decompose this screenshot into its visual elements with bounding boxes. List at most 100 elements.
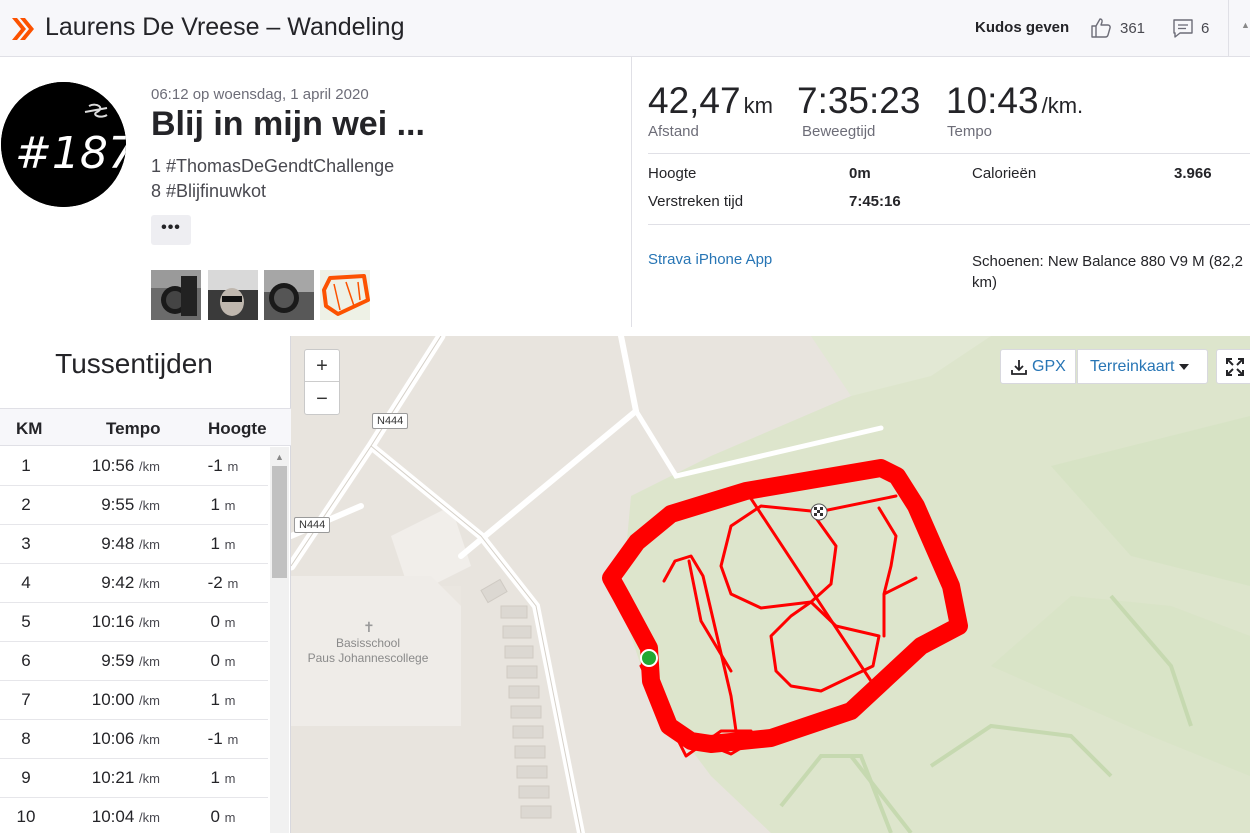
activity-date: 06:12 op woensdag, 1 april 2020 [151, 86, 369, 103]
header-tempo: Tempo [106, 419, 161, 438]
activity-page: Laurens De Vreese – Wandeling Kudos geve… [0, 0, 1250, 833]
split-elevation: 1 m [210, 495, 236, 514]
comment-icon[interactable] [1172, 17, 1194, 39]
shoes-info: Schoenen: New Balance 880 V9 M (82,2 km) [972, 253, 1244, 291]
activity-title: Blij in mijn wei ... [151, 105, 425, 143]
moving-time-value: 7:35:23 [797, 80, 921, 121]
comment-count[interactable]: 6 [1201, 20, 1209, 37]
pace-unit: /km [139, 498, 160, 513]
elevation-unit: m [227, 732, 239, 747]
split-tempo: 10:56 /km [91, 456, 160, 475]
road-label: N444 [372, 413, 409, 429]
split-elevation: -1 m [207, 729, 239, 748]
elevation-unit: m [224, 810, 236, 825]
split-elevation: 1 m [210, 690, 236, 709]
pace-unit: /km [139, 693, 160, 708]
split-tempo: 10:00 /km [91, 690, 160, 709]
split-tempo: 9:59 /km [101, 651, 160, 670]
pace-unit: /km [139, 654, 160, 669]
split-tempo: 10:21 /km [91, 768, 160, 787]
fullscreen-icon [1226, 358, 1244, 376]
split-row[interactable]: 5 10:16 /km 0 m [0, 603, 268, 642]
split-tempo: 10:04 /km [91, 807, 160, 826]
split-row[interactable]: 1 10:56 /km -1 m [0, 447, 268, 486]
more-options-button[interactable]: ••• [151, 215, 191, 245]
fullscreen-button[interactable] [1216, 349, 1250, 384]
elevation-unit: m [224, 771, 236, 786]
split-row[interactable]: 2 9:55 /km 1 m [0, 486, 268, 525]
distance-unit: km [743, 93, 773, 118]
elevation-label: Hoogte [648, 165, 697, 182]
avatar[interactable]: #187 [1, 82, 126, 207]
gpx-label: GPX [1032, 358, 1066, 375]
school-marker-icon: ✝ [363, 620, 375, 636]
pace-unit: /km [139, 537, 160, 552]
split-row[interactable]: 6 9:59 /km 0 m [0, 642, 268, 681]
zoom-control: + − [304, 349, 340, 415]
distance-label: Afstand [648, 123, 699, 140]
split-row[interactable]: 10 10:04 /km 0 m [0, 798, 268, 833]
export-gpx-button[interactable]: GPX [1000, 349, 1076, 384]
route-thumbnail[interactable] [320, 270, 370, 320]
pace-label: Tempo [947, 123, 993, 140]
pace-unit: /km. [1041, 93, 1084, 118]
split-tempo: 10:16 /km [91, 612, 160, 631]
device-app-link[interactable]: Strava iPhone App [648, 251, 772, 268]
elapsed-time-value: 7:45:16 [849, 193, 901, 210]
stats-divider [648, 224, 1250, 225]
split-row[interactable]: 4 9:42 /km -2 m [0, 564, 268, 603]
chevron-down-icon [1179, 364, 1189, 370]
stats-divider [648, 153, 1250, 154]
avatar-text: #187 [15, 128, 126, 179]
split-row[interactable]: 3 9:48 /km 1 m [0, 525, 268, 564]
pace-value: 10:43/km. [946, 80, 1084, 121]
calories-label: Calorieën [972, 165, 1037, 182]
split-tempo: 9:42 /km [101, 573, 160, 592]
thumbs-up-icon[interactable] [1089, 16, 1113, 40]
activity-tag: 8 #Blijfinuwkot [151, 181, 267, 201]
give-kudos-button[interactable]: Kudos geven [975, 19, 1069, 36]
summary-divider [631, 57, 632, 327]
split-row[interactable]: 8 10:06 /km -1 m [0, 720, 268, 759]
kudos-count[interactable]: 361 [1120, 20, 1145, 37]
school-name-line: Basisschool [335, 636, 401, 650]
elevation-unit: m [224, 693, 236, 708]
calories-value: 3.966 [1174, 165, 1212, 182]
page-title: Laurens De Vreese – Wandeling [45, 13, 405, 41]
scroll-up-arrow-icon[interactable]: ▲ [275, 452, 284, 462]
map-type-label: Terreinkaart [1090, 358, 1175, 375]
school-name-line: Paus Johannescollege [307, 651, 429, 665]
moving-time-label: Beweegtijd [802, 123, 876, 140]
zoom-in-button[interactable]: + [305, 350, 339, 382]
split-elevation: 1 m [210, 534, 236, 553]
split-km: 8 [21, 729, 31, 748]
split-km: 9 [21, 768, 31, 787]
split-row[interactable]: 7 10:00 /km 1 m [0, 681, 268, 720]
photo-thumbnail[interactable] [264, 270, 314, 320]
split-km: 3 [21, 534, 31, 553]
photo-thumbnail[interactable] [151, 270, 201, 320]
scrollbar-thumb[interactable] [272, 466, 287, 578]
map-canvas: ✝ [291, 336, 1250, 833]
zoom-out-button[interactable]: − [305, 383, 339, 415]
elevation-unit: m [227, 459, 239, 474]
elevation-unit: m [224, 615, 236, 630]
split-elevation: 1 m [210, 768, 236, 787]
pace-unit: /km [139, 615, 160, 630]
split-km: 4 [21, 573, 31, 592]
elevation-unit: m [224, 498, 236, 513]
split-row[interactable]: 9 10:21 /km 1 m [0, 759, 268, 798]
split-km: 10 [16, 807, 36, 826]
split-tempo: 10:06 /km [91, 729, 160, 748]
header-divider [1228, 0, 1229, 57]
photo-thumbnail[interactable] [208, 270, 258, 320]
split-elevation: -2 m [207, 573, 239, 592]
pace-unit: /km [139, 576, 160, 591]
elevation-unit: m [224, 537, 236, 552]
route-map[interactable]: ✝ [291, 336, 1250, 833]
split-km: 1 [21, 456, 31, 475]
split-tempo: 9:48 /km [101, 534, 160, 553]
map-type-dropdown[interactable]: Terreinkaart [1077, 349, 1208, 384]
scroll-up-arrow-icon[interactable]: ▲ [1241, 20, 1250, 30]
header-hoogte: Hoogte [208, 419, 267, 438]
